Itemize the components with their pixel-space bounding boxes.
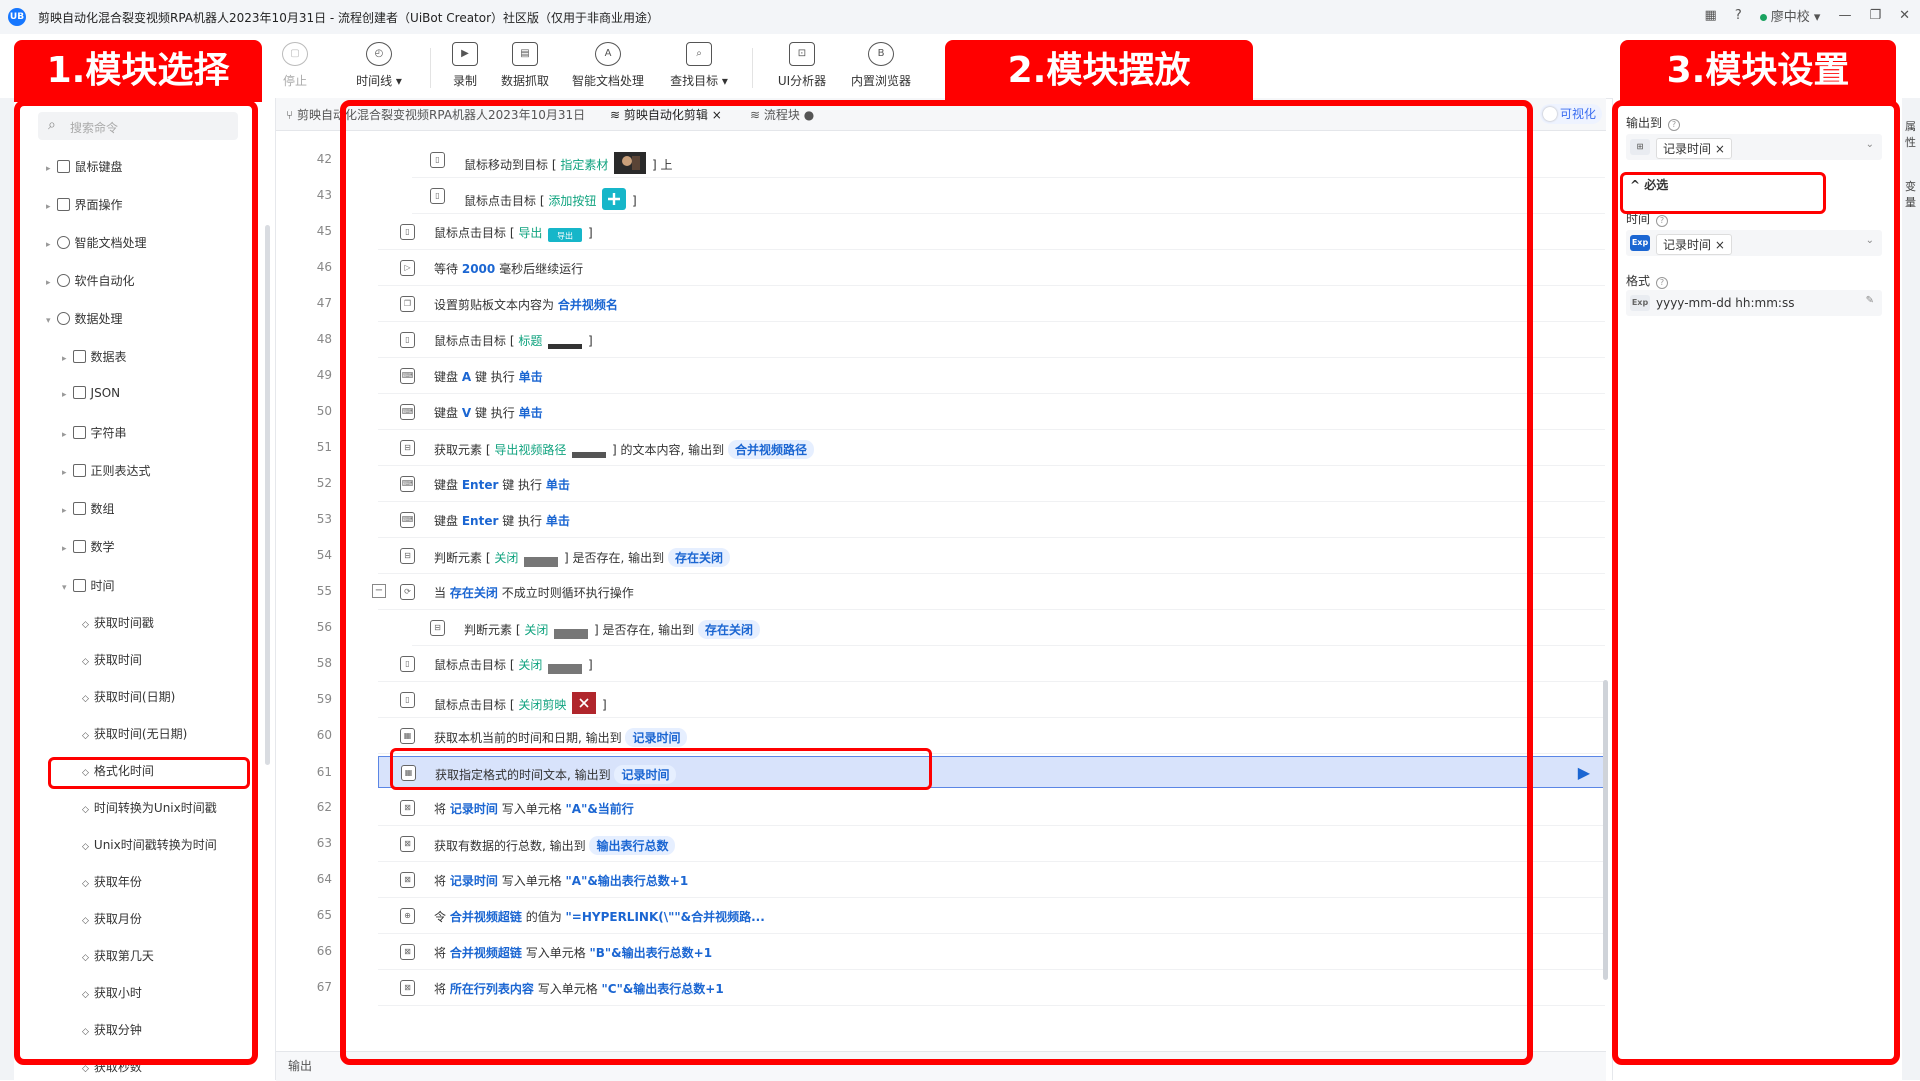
find-target-label: 查找目标 ▾ [670, 74, 728, 88]
center-scrollbar[interactable] [1603, 680, 1608, 980]
annotation-highlight-format-time [48, 757, 250, 789]
line-number: 46 [316, 260, 332, 274]
annotation-label-right: 3.模块设置 [1620, 40, 1896, 102]
stop-icon: ▢ [282, 42, 308, 66]
record-label: 录制 [452, 74, 477, 88]
line-number: 42 [316, 152, 332, 166]
line-number: 56 [316, 620, 332, 634]
grid-icon[interactable]: ▦ [1705, 8, 1717, 23]
line-number: 67 [316, 980, 332, 994]
line-number: 43 [316, 188, 332, 202]
ui-analyzer-icon: ⊡ [789, 42, 815, 66]
annotation-box-center [340, 100, 1533, 1065]
line-number: 55 [316, 584, 332, 598]
annotation-box-right [1612, 100, 1900, 1065]
timeline-label: 时间线 ▾ [356, 74, 402, 88]
play-icon[interactable]: ▶ [1578, 763, 1590, 782]
restore-icon[interactable]: ❐ [1869, 8, 1881, 23]
find-target-icon: ⌕ [686, 42, 712, 66]
line-number: 50 [316, 404, 332, 418]
line-number: 60 [316, 728, 332, 742]
line-number: 53 [316, 512, 332, 526]
window-controls: ▦ ? 廖中校 ▾ — ❐ ✕ [1705, 6, 1910, 25]
timeline-button[interactable]: ◴ 时间线 ▾ [334, 42, 424, 89]
visual-toggle[interactable]: 可视化 [1540, 104, 1602, 124]
left-scrollbar[interactable] [265, 225, 270, 765]
line-number: 65 [316, 908, 332, 922]
browser-icon: B [868, 42, 894, 66]
user-menu[interactable]: 廖中校 ▾ [1759, 6, 1820, 25]
smart-doc-button[interactable]: A 智能文档处理 [563, 42, 653, 89]
line-number: 62 [316, 800, 332, 814]
left-side-strip [0, 98, 14, 1080]
builtin-browser-label: 内置浏览器 [850, 74, 911, 88]
online-dot-icon [1759, 14, 1767, 21]
line-number: 54 [316, 548, 332, 562]
line-number: 45 [316, 224, 332, 238]
annotation-highlight-required [1620, 172, 1826, 214]
stop-label: 停止 [282, 74, 307, 88]
annotation-box-left [14, 100, 258, 1065]
annotation-label-left: 1.模块选择 [14, 40, 262, 102]
smart-doc-label: 智能文档处理 [571, 74, 644, 88]
side-tab-variables[interactable]: 变量 [1905, 178, 1917, 210]
find-target-button[interactable]: ⌕ 查找目标 ▾ [654, 42, 744, 89]
ui-analyzer-button[interactable]: ⊡ UI分析器 [757, 42, 847, 89]
ai-doc-icon: A [595, 42, 621, 66]
line-number: 51 [316, 440, 332, 454]
line-number: 66 [316, 944, 332, 958]
side-tab-properties[interactable]: 属性 [1905, 118, 1917, 150]
table-scrape-icon: ▤ [512, 42, 538, 66]
builtin-browser-button[interactable]: B 内置浏览器 [836, 42, 926, 89]
line-number: 47 [316, 296, 332, 310]
annotation-highlight-selected-row [390, 748, 932, 790]
window-title: 剪映自动化混合裂变视频RPA机器人2023年10月31日 - 流程创建者（UiB… [38, 11, 660, 25]
line-number: 52 [316, 476, 332, 490]
data-scrape-button[interactable]: ▤ 数据抓取 [480, 42, 570, 89]
close-icon[interactable]: ✕ [1899, 8, 1910, 23]
right-side-strip: 属性 变量 [1902, 98, 1920, 1080]
line-number: 48 [316, 332, 332, 346]
user-name: 廖中校 [1770, 10, 1810, 25]
minimize-icon[interactable]: — [1838, 8, 1851, 23]
help-icon[interactable]: ? [1735, 8, 1742, 23]
line-number: 63 [316, 836, 332, 850]
line-number: 64 [316, 872, 332, 886]
line-number: 61 [316, 765, 332, 779]
ui-analyzer-label: UI分析器 [777, 74, 827, 88]
flow-icon: ⑂ [286, 108, 298, 122]
line-number: 49 [316, 368, 332, 382]
app-logo: UB [8, 8, 26, 26]
line-number: 58 [316, 656, 332, 670]
clock-icon: ◴ [366, 42, 392, 66]
data-scrape-label: 数据抓取 [500, 74, 549, 88]
stop-button[interactable]: ▢ 停止 [250, 42, 340, 89]
record-icon: ▶ [452, 42, 478, 66]
line-number: 59 [316, 692, 332, 706]
output-tab[interactable]: 输出 [288, 1057, 312, 1074]
annotation-label-center: 2.模块摆放 [945, 40, 1253, 102]
